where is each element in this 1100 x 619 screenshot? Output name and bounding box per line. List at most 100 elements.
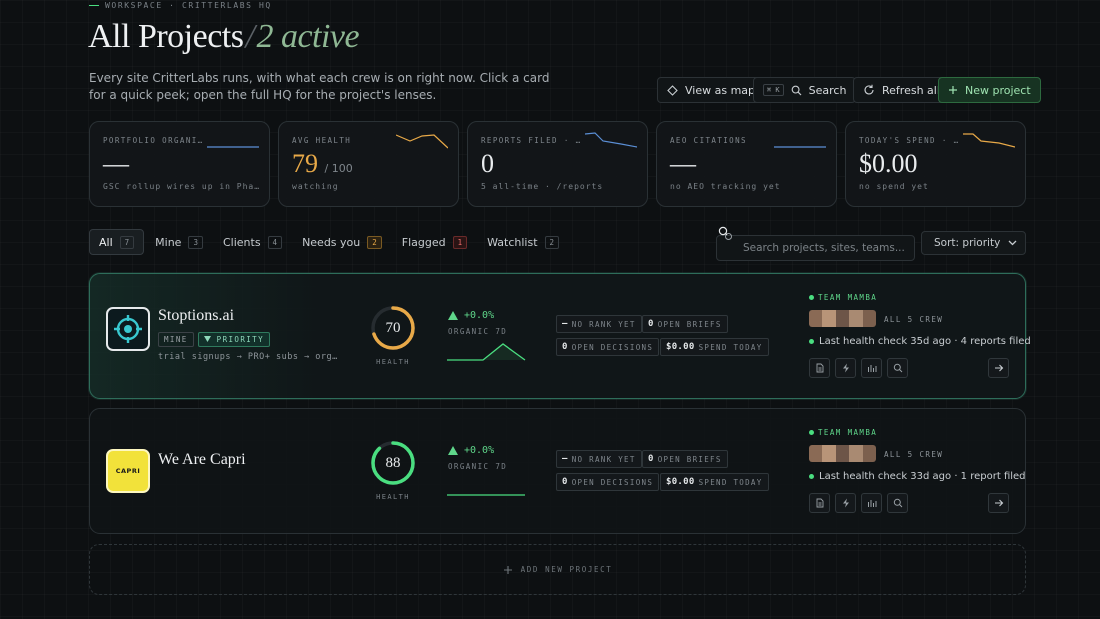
refresh-all-label: Refresh all: [882, 83, 940, 97]
team-name-label: TEAM MAMBA: [818, 293, 878, 302]
crew-avatars[interactable]: [809, 310, 876, 327]
kpi-briefs-label: OPEN BRIEFS: [657, 319, 722, 329]
kpi-spend-value: $0.00: [666, 477, 695, 487]
inspect-button[interactable]: [887, 493, 908, 513]
stat-label: REPORTS FILED · T…: [481, 136, 585, 145]
stat-sparkline: [207, 146, 259, 148]
avatar: [849, 310, 863, 327]
quick-action-button[interactable]: [835, 358, 856, 378]
project-card-we-are-capri[interactable]: CAPRI We Are Capri 88 HEALTH +0.0% ORGAN…: [89, 408, 1026, 534]
triangle-up-icon: [448, 311, 458, 320]
stat-value: —: [670, 149, 696, 178]
capri-logo-text: CAPRI: [115, 467, 141, 475]
bar-chart-icon: [867, 365, 876, 372]
arrow-right-icon: [994, 499, 1003, 507]
breadcrumb-text: WORKSPACE · CRITTERLABS HQ: [105, 1, 272, 10]
kpi-decisions-value: 0: [562, 342, 568, 352]
tag-mine: MINE: [158, 332, 194, 347]
health-check-text: Last health check 35d ago · 4 reports fi…: [819, 336, 1031, 347]
kpi-spend-today: $0.00 SPEND TODAY: [660, 338, 769, 356]
open-project-button[interactable]: [988, 358, 1009, 378]
stat-note: watching: [292, 182, 339, 191]
filter-count: 3: [188, 235, 203, 249]
filter-watchlist[interactable]: Watchlist 2: [478, 229, 568, 255]
diamond-icon: [667, 84, 678, 96]
stat-note: 5 all-time · /reports: [481, 182, 604, 191]
filter-count: 7: [119, 235, 135, 249]
inspect-button[interactable]: [887, 358, 908, 378]
shortcut-kbd: ⌘ K: [763, 84, 784, 96]
filter-clients[interactable]: Clients 4: [214, 229, 291, 255]
organic-delta: +0.0%: [448, 445, 494, 456]
organic-delta-label: ORGANIC 7D: [448, 462, 508, 471]
health-label: HEALTH: [376, 493, 410, 501]
kpi-open-decisions: 0 OPEN DECISIONS: [556, 338, 660, 356]
reports-button[interactable]: [809, 358, 830, 378]
new-project-label: New project: [965, 83, 1031, 97]
team-name-label: TEAM MAMBA: [818, 428, 878, 437]
tag-priority: PRIORITY: [197, 332, 270, 347]
kpi-rank-label: NO RANK YET: [571, 319, 636, 329]
health-label: HEALTH: [376, 358, 410, 366]
new-project-button[interactable]: New project: [938, 77, 1041, 103]
kpi-open-decisions: 0 OPEN DECISIONS: [556, 473, 660, 491]
crew-count: ALL 5 CREW: [884, 315, 944, 324]
stat-value: $0.00: [859, 149, 918, 178]
health-gauge: 70: [369, 304, 417, 352]
search-icon: [791, 85, 802, 95]
stat-sparkline: [774, 146, 826, 148]
view-as-map-label: View as map: [685, 83, 756, 97]
filter-all[interactable]: All 7: [89, 229, 145, 255]
magnifier-icon: [893, 498, 902, 508]
open-project-button[interactable]: [988, 493, 1009, 513]
lightning-icon: [842, 363, 849, 373]
analytics-button[interactable]: [861, 358, 882, 378]
sort-selected: Sort: priority: [934, 237, 1001, 249]
filter-count: 2: [544, 235, 560, 249]
search-button[interactable]: ⌘ K Search: [753, 77, 857, 103]
filter-count: 4: [267, 235, 283, 249]
page-title-main: All Projects: [88, 18, 244, 55]
chevron-down-icon: [1008, 240, 1017, 246]
kpi-decisions-label: OPEN DECISIONS: [571, 477, 654, 487]
filter-label: Clients: [222, 235, 261, 249]
stat-value: 0: [481, 149, 494, 178]
organic-delta: +0.0%: [448, 310, 494, 321]
quick-action-button[interactable]: [835, 493, 856, 513]
kpi-decisions-label: OPEN DECISIONS: [571, 342, 654, 352]
health-score: 70: [385, 319, 401, 336]
refresh-all-button[interactable]: Refresh all: [853, 77, 950, 103]
stat-portfolio-organic: PORTFOLIO ORGANIC… — GSC rollup wires up…: [89, 121, 270, 207]
sort-select[interactable]: Sort: priority: [921, 231, 1026, 255]
team-status-dot: [809, 295, 814, 300]
filter-mine[interactable]: Mine 3: [146, 229, 212, 255]
avatar: [822, 310, 836, 327]
view-as-map-button[interactable]: View as map: [657, 77, 766, 103]
kpi-rank-icon: —: [562, 319, 568, 329]
kpi-rank: — NO RANK YET: [556, 315, 642, 333]
lightning-icon: [842, 498, 849, 508]
reports-button[interactable]: [809, 493, 830, 513]
analytics-button[interactable]: [861, 493, 882, 513]
crew-avatars[interactable]: [809, 445, 876, 462]
kpi-rank-icon: —: [562, 454, 568, 464]
health-gauge: 88: [369, 439, 417, 487]
filter-label: Watchlist: [487, 235, 538, 249]
organic-delta-label: ORGANIC 7D: [448, 327, 508, 336]
stat-label: TODAY'S SPEND · A…: [859, 136, 963, 145]
target-icon: [114, 315, 142, 343]
card-actions: [809, 493, 908, 513]
capri-logo: CAPRI: [106, 449, 150, 493]
team-status-dot: [809, 430, 814, 435]
project-card-stoptions[interactable]: Stoptions.ai MINE PRIORITY trial signups…: [89, 273, 1031, 399]
avatar: [835, 445, 850, 462]
document-icon: [816, 363, 823, 373]
filter-needs-you[interactable]: Needs you 2: [293, 229, 391, 255]
stat-sparkline: [396, 134, 448, 149]
crew-count: ALL 5 CREW: [884, 450, 944, 459]
filter-flagged[interactable]: Flagged 1: [393, 229, 476, 255]
add-new-project-button[interactable]: ADD NEW PROJECT: [89, 544, 1026, 595]
kpi-open-briefs: 0 OPEN BRIEFS: [642, 450, 728, 468]
project-search-input[interactable]: Search projects, sites, teams...: [716, 235, 915, 261]
filter-label: Mine: [155, 235, 182, 249]
